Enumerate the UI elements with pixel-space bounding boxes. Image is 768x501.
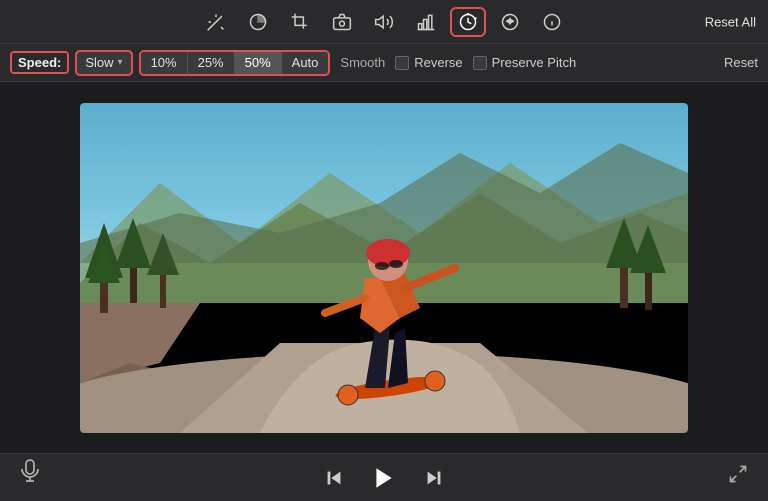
audio-icon[interactable] [366,7,402,37]
speed-icon[interactable] [450,7,486,37]
speed-preset-10[interactable]: 10% [141,52,188,74]
histogram-icon[interactable] [408,7,444,37]
crop-icon[interactable] [282,7,318,37]
chevron-down-icon: ▾ [118,57,123,68]
info-icon[interactable] [534,7,570,37]
color-wheel-icon[interactable] [240,7,276,37]
reverse-label: Reverse [414,55,462,70]
reverse-checkbox[interactable] [395,56,409,70]
play-button[interactable] [369,463,399,493]
skip-forward-button[interactable] [419,463,449,493]
reset-all-button[interactable]: Reset All [705,14,756,29]
reset-button[interactable]: Reset [724,55,758,70]
smooth-label: Smooth [340,55,385,70]
microphone-icon[interactable] [20,459,40,489]
effects-icon[interactable] [492,7,528,37]
transport-controls [319,463,449,493]
video-player[interactable] [80,103,688,433]
reverse-checkbox-group: Reverse [395,55,462,70]
top-toolbar: Reset All [0,0,768,44]
speed-preset-50[interactable]: 50% [235,52,282,74]
speed-preset-25[interactable]: 25% [188,52,235,74]
magic-wand-icon[interactable] [198,7,234,37]
preserve-pitch-label: Preserve Pitch [492,55,577,70]
speed-label: Speed: [10,51,69,74]
video-scene [80,103,688,433]
speed-preset-auto[interactable]: Auto [282,52,329,74]
speed-presets: 10% 25% 50% Auto [139,50,331,76]
bottom-controls [0,453,768,501]
preserve-pitch-checkbox-group: Preserve Pitch [473,55,577,70]
camera-icon[interactable] [324,7,360,37]
speed-toolbar: Speed: Slow ▾ 10% 25% 50% Auto Smooth Re… [0,44,768,82]
video-area [0,82,768,453]
speed-dropdown[interactable]: Slow ▾ [75,50,132,76]
toolbar-icons [198,7,570,37]
speed-dropdown-value: Slow [85,55,113,70]
skip-back-button[interactable] [319,463,349,493]
fullscreen-icon[interactable] [728,464,748,489]
preserve-pitch-checkbox[interactable] [473,56,487,70]
